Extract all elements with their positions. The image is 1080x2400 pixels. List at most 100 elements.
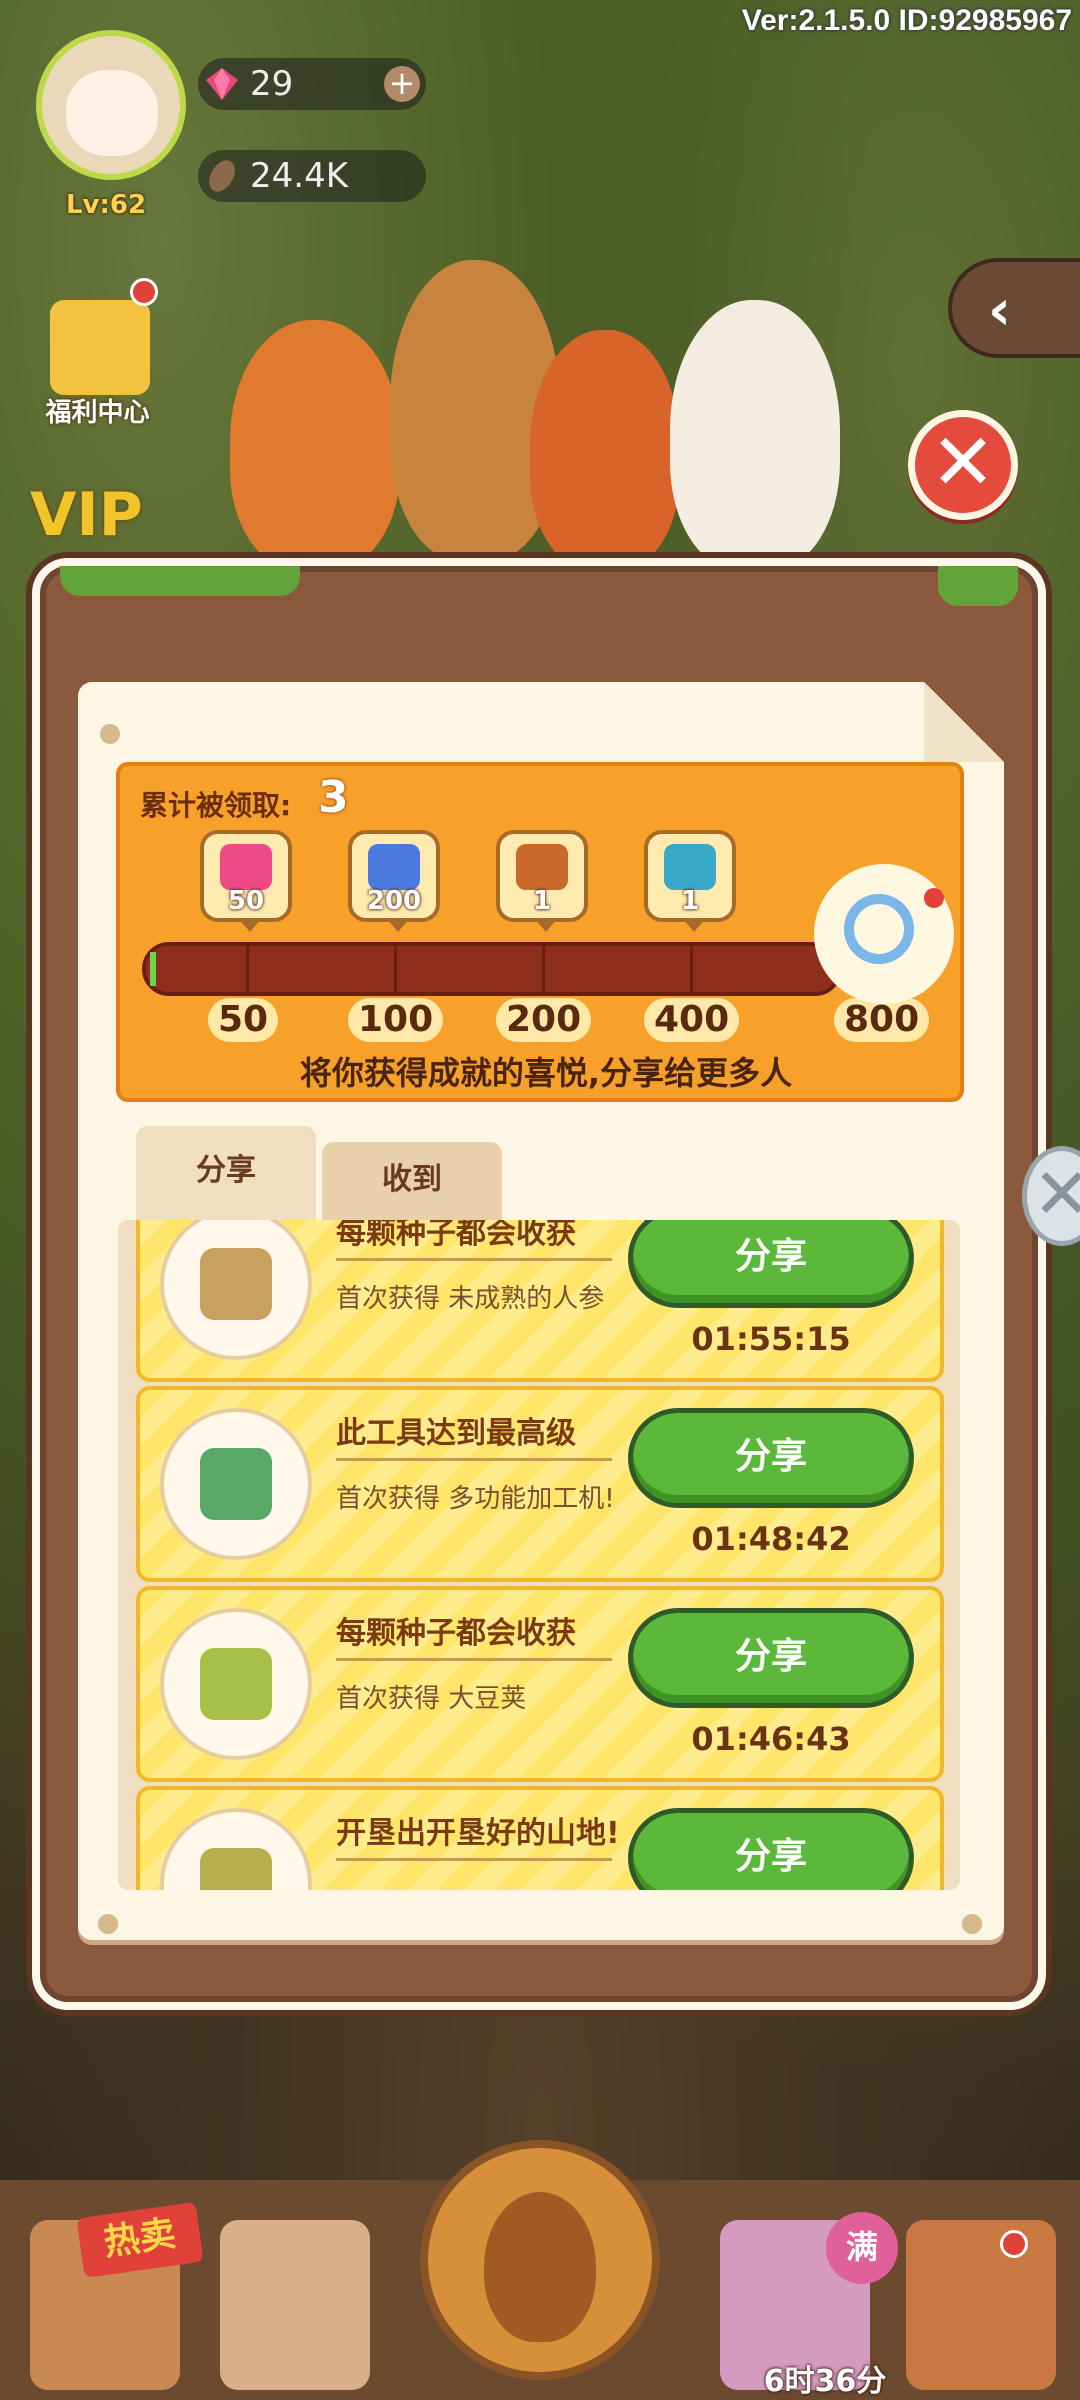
side-collapse-button[interactable]: ‹ [948,258,1080,358]
item-title: 此工具达到最高级 [336,1416,576,1451]
item-icon-frame [160,1408,312,1560]
bag-button[interactable] [220,2220,370,2390]
ring-icon [844,894,914,964]
vip-button[interactable]: VIP [30,480,143,550]
item-desc: 首次获得 未成熟的人参 [336,1284,605,1314]
reward-count: 50 [227,886,265,916]
item-title: 每颗种子都会收获 [336,1616,576,1651]
total-claimed-label: 累计被领取: [140,789,292,822]
seed-icon [209,160,235,192]
item-desc: 首次获得 多功能加工机! [336,1484,615,1514]
paper-fold [924,682,1004,762]
soybean-icon [200,1648,272,1720]
reward-wooden-chest[interactable]: 1 [496,830,588,932]
version-info: Ver:2.1.5.0 ID:92985967 [741,4,1072,37]
land-icon [200,1848,272,1890]
item-timer: 01:55:15 [691,1320,851,1358]
pin [962,1914,982,1934]
fox-character [230,320,400,570]
share-list[interactable]: 每颗种子都会收获 首次获得 未成熟的人参 分享 01:55:15 此工具达到最高… [118,1220,960,1890]
chevron-left-icon: ‹ [988,278,1012,343]
reward-count: 1 [532,886,552,916]
ginseng-icon [200,1248,272,1320]
share-button[interactable]: 分享 [628,1408,914,1508]
seed-count: 24.4K [250,156,348,196]
pin [100,724,120,744]
claim-progress-card: 累计被领取: 3 50 200 1 1 50 100 200 400 800 将… [116,762,964,1102]
milestone-label: 50 [208,998,279,1042]
item-icon-frame [160,1220,312,1360]
title-underline [336,1658,612,1661]
milestone-label: 200 [496,998,592,1042]
tab-received[interactable]: 收到 [322,1142,502,1220]
gift-icon [50,300,150,395]
tab-share[interactable]: 分享 [136,1126,316,1222]
item-icon-frame [160,1608,312,1760]
energy-reward-icon [368,844,420,890]
title-underline [336,1458,612,1461]
welfare-label: 福利中心 [45,398,150,428]
milestone-label: 400 [644,998,740,1042]
list-item: 开垦出开垦好的山地! 分享 [136,1786,944,1890]
item-title: 开垦出开垦好的山地! [336,1816,620,1851]
reward-gem[interactable]: 50 [200,830,292,932]
squirrel-character [530,330,680,570]
acorn-icon [484,2192,596,2342]
reward-energy[interactable]: 200 [348,830,440,932]
reward-pointer [534,918,558,932]
add-gems-button[interactable]: + [384,66,420,102]
notification-dot [1000,2230,1028,2258]
reward-count: 200 [366,886,422,916]
machine-icon [200,1448,272,1520]
reward-pointer [238,918,262,932]
full-badge: 满 [826,2212,898,2284]
bar-divider [542,946,545,992]
reward-pointer [386,918,410,932]
seed-counter: 24.4K [198,150,426,202]
gem-count: 29 [250,64,294,104]
milestone-label: 800 [834,998,930,1042]
final-reward-ring[interactable] [814,864,954,1004]
gem-reward-icon [220,844,272,890]
grass-decoration [938,566,1018,606]
avatar-face [66,70,158,156]
item-icon-frame [160,1808,312,1890]
share-message: 将你获得成就的喜悦,分享给更多人 [299,1054,793,1092]
share-button[interactable]: 分享 [628,1220,914,1308]
bar-divider [690,946,693,992]
acorn-button[interactable] [420,2140,660,2380]
home-button[interactable] [906,2220,1056,2390]
total-claimed-value: 3 [318,772,349,823]
item-timer: 01:48:42 [691,1520,851,1558]
tree-timer: 6时36分 [763,2364,887,2399]
gem-counter: 29 + [198,58,426,110]
list-item: 每颗种子都会收获 首次获得 未成熟的人参 分享 01:55:15 [136,1220,944,1382]
claim-progress-bar [142,942,842,996]
share-button[interactable]: 分享 [628,1808,914,1890]
gem-icon [206,68,238,100]
bar-divider [246,946,249,992]
milestone-label: 100 [348,998,444,1042]
notification-dot [924,888,944,908]
progress-fill [150,952,156,986]
share-button[interactable]: 分享 [628,1608,914,1708]
close-button[interactable]: ✕ [908,410,1018,520]
grass-decoration [60,566,300,596]
reward-count: 1 [680,886,700,916]
reward-golden-chest[interactable]: 1 [644,830,736,932]
list-item: 每颗种子都会收获 首次获得 大豆荚 分享 01:46:43 [136,1586,944,1782]
player-level: Lv:62 [65,190,147,220]
bar-divider [394,946,397,992]
item-timer: 01:46:43 [691,1720,851,1758]
pin [98,1914,118,1934]
notification-dot [130,278,158,306]
reward-pointer [682,918,706,932]
golden-chest-reward-icon [664,844,716,890]
mascot-characters [200,240,880,570]
title-underline [336,1258,612,1261]
welfare-center-button[interactable]: 福利中心 [30,278,165,430]
chest-reward-icon [516,844,568,890]
item-desc: 首次获得 大豆荚 [336,1684,527,1714]
title-underline [336,1858,612,1861]
rabbit-character [670,300,840,570]
